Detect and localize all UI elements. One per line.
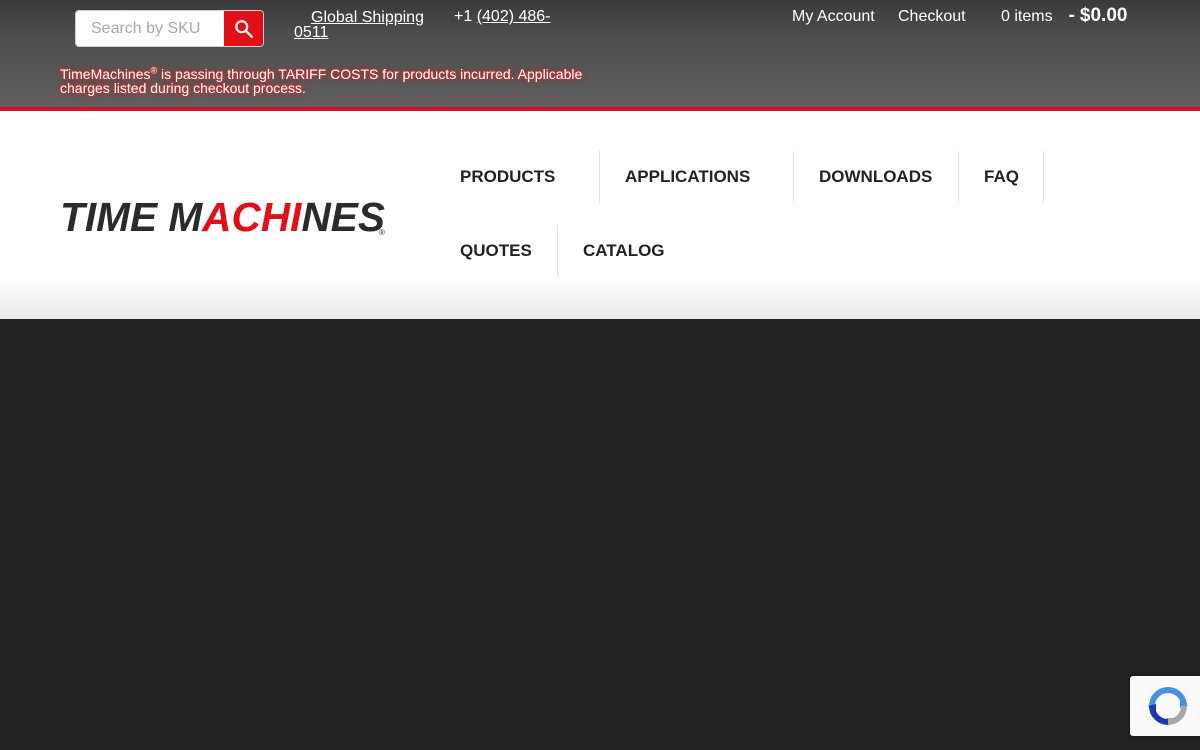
logo-text-time-m: TIME M: [60, 194, 203, 237]
cart-summary[interactable]: 0 items - $0.00: [1001, 5, 1127, 27]
nav-divider: [1043, 151, 1044, 203]
logo-registered-mark: ®: [379, 228, 385, 237]
search-button[interactable]: [224, 11, 263, 46]
recaptcha-icon: [1148, 687, 1188, 726]
search-input[interactable]: [76, 11, 224, 46]
search-form: [75, 10, 264, 47]
main-content: [0, 319, 1200, 750]
nav-products[interactable]: PRODUCTS: [460, 151, 555, 203]
nav-applications[interactable]: APPLICATIONS: [625, 151, 750, 203]
phone-contact: +1 (402) 486-0511: [294, 9, 564, 41]
time-machines-logo: TIME MACHINES ®: [60, 194, 385, 237]
nav-quotes[interactable]: QUOTES: [460, 225, 532, 277]
svg-text:TIME MACHINES: TIME MACHINES: [60, 194, 385, 237]
nav-downloads[interactable]: DOWNLOADS: [819, 151, 932, 203]
phone-number-link[interactable]: (402) 486-0511: [294, 8, 551, 41]
nav-divider: [958, 151, 959, 203]
phone-prefix: +1: [454, 8, 477, 25]
logo-text-nes: NES: [301, 194, 385, 237]
cart-item-count: 0 items: [1001, 8, 1053, 25]
nav-divider: [793, 151, 794, 203]
logo-text-achi: ACHI: [201, 194, 303, 237]
tariff-notice: TimeMachines® is passing through TARIFF …: [60, 66, 600, 95]
nav-divider: [557, 225, 558, 277]
recaptcha-badge[interactable]: [1130, 676, 1200, 736]
my-account-link[interactable]: My Account: [792, 8, 875, 26]
nav-catalog[interactable]: CATALOG: [583, 225, 665, 277]
nav-divider: [599, 151, 600, 203]
nav-faq[interactable]: FAQ: [984, 151, 1019, 203]
cart-total: $0.00: [1079, 5, 1128, 26]
cart-separator: -: [1068, 5, 1075, 26]
top-bar: Global Shipping +1 (402) 486-0511 My Acc…: [0, 0, 1200, 111]
site-header: TIME MACHINES ® PRODUCTS APPLICATIONS DO…: [0, 111, 1200, 319]
search-icon: [234, 19, 253, 38]
checkout-link[interactable]: Checkout: [898, 8, 966, 26]
